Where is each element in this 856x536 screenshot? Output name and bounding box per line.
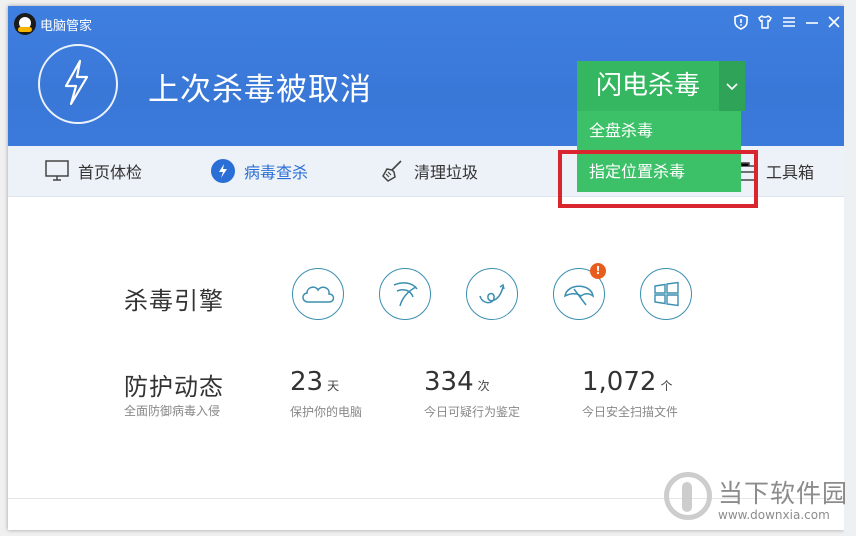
broom-icon [382, 160, 402, 182]
scanned-files-stat: 1,072 个 [582, 367, 673, 397]
watermark-name: 当下软件园 [718, 479, 849, 508]
chevron-down-icon [726, 83, 738, 91]
tab-label: 工具箱 [766, 163, 815, 182]
monitor-icon [45, 160, 69, 181]
tab-home-checkup[interactable]: 首页体检 [44, 146, 142, 196]
watermark-url: www.downxia.com [718, 508, 830, 522]
tab-virus-scan[interactable]: 病毒查杀 [210, 146, 308, 196]
background-window-edge [844, 0, 856, 536]
qq-penguin-icon [14, 13, 36, 35]
watermark-logo-icon [664, 472, 712, 520]
scan-status-title: 上次杀毒被取消 [148, 72, 372, 108]
suspicious-behavior-label: 今日可疑行为鉴定 [424, 405, 521, 419]
minimize-icon[interactable] [803, 13, 821, 31]
site-watermark: 当下软件园 www.downxia.com [660, 470, 856, 536]
tab-label: 清理垃圾 [414, 163, 479, 182]
protection-subtitle: 全面防御病毒入侵 [124, 404, 221, 418]
cloud-engine-icon[interactable] [292, 268, 344, 320]
windows-engine-icon[interactable] [640, 268, 692, 320]
menu-icon[interactable] [780, 13, 798, 31]
tab-label: 首页体检 [78, 163, 143, 182]
suspicious-behavior-stat: 334 次 [424, 367, 490, 397]
full-scan-menu-item[interactable]: 全盘杀毒 [577, 111, 741, 151]
lightning-status-icon [38, 44, 118, 124]
behavior-engine-icon[interactable] [466, 268, 518, 320]
scanned-files-label: 今日安全扫描文件 [582, 405, 679, 419]
title-bar: 电脑管家 [8, 6, 844, 38]
lightning-icon [211, 159, 235, 183]
app-title: 电脑管家 [40, 19, 93, 34]
tab-label: 病毒查杀 [244, 163, 309, 182]
sail-engine-icon[interactable] [379, 268, 431, 320]
quick-scan-button[interactable]: 闪电杀毒 [577, 61, 719, 111]
protected-days-label: 保护你的电脑 [290, 405, 363, 419]
annotation-highlight-box [558, 150, 758, 208]
protected-days-stat: 23 天 [290, 367, 340, 397]
warning-badge-icon: ! [590, 263, 606, 279]
engine-section-title: 杀毒引擎 [124, 287, 224, 315]
app-window: 电脑管家 上次杀毒被取消 闪电杀毒 全盘杀毒 指定位置杀毒 首页体检 病毒查杀 … [8, 6, 844, 530]
protection-section-title: 防护动态 [124, 373, 224, 401]
shirt-icon[interactable] [756, 13, 774, 31]
shield-icon[interactable] [732, 13, 750, 31]
scan-options-dropdown-button[interactable] [719, 61, 745, 111]
tab-clean-junk[interactable]: 清理垃圾 [380, 146, 478, 196]
close-icon[interactable] [825, 13, 843, 31]
